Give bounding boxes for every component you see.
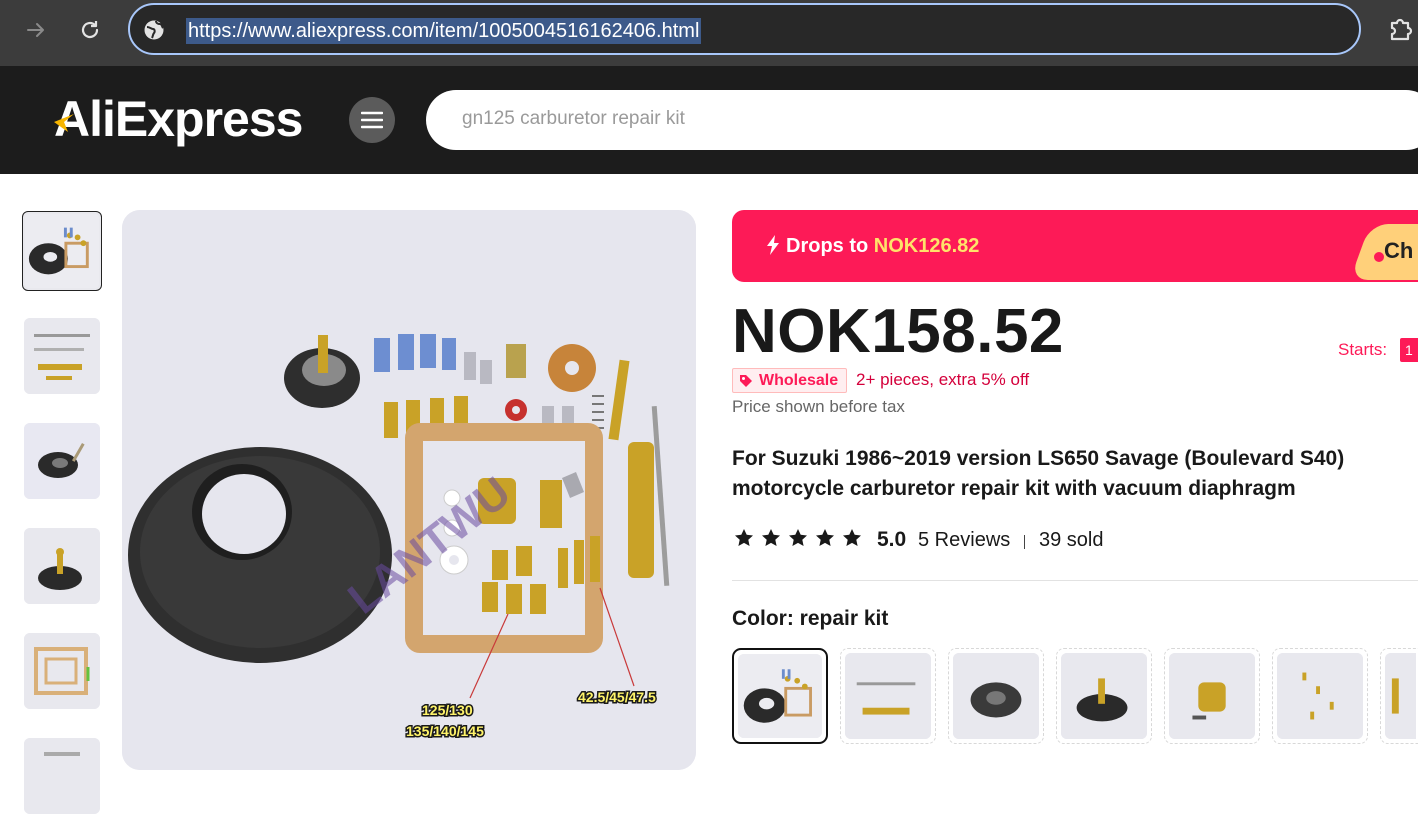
thumbnail[interactable]: [22, 211, 102, 291]
thumbnail[interactable]: [24, 738, 100, 814]
aliexpress-logo[interactable]: AliExpress: [54, 88, 303, 150]
product-thumbnail-image: [24, 318, 100, 394]
tag-icon: [740, 375, 752, 387]
sold-count: 39 sold: [1039, 529, 1104, 551]
site-header: AliExpress gn125 carburetor repair kit: [0, 66, 1418, 174]
star-icon: [843, 529, 861, 546]
swatch-image: [953, 653, 1039, 739]
lightning-icon: [767, 235, 779, 255]
star-icon: [735, 529, 753, 546]
search-placeholder: gn125 carburetor repair kit: [462, 108, 685, 129]
price-drop-text: Drops to NOK126.82: [786, 235, 980, 257]
color-option[interactable]: [1056, 648, 1152, 744]
color-option[interactable]: [1272, 648, 1368, 744]
rating-value: 5.0: [877, 528, 907, 551]
tag-hole-icon: [1374, 252, 1384, 262]
forward-button[interactable]: [20, 14, 52, 46]
jet-size-label: 125/130: [422, 702, 473, 718]
swatch-image: [1277, 653, 1363, 739]
color-label: Color: repair kit: [732, 607, 889, 630]
hamburger-icon: [361, 111, 383, 129]
product-thumbnail-image: [24, 528, 100, 604]
product-price: NOK158.52: [732, 297, 1064, 366]
thumbnail[interactable]: [24, 423, 100, 499]
reload-button[interactable]: [74, 14, 106, 46]
price-drop-banner[interactable]: Drops to NOK126.82 Ch: [732, 210, 1418, 282]
tax-note: Price shown before tax: [732, 397, 905, 416]
color-option[interactable]: [840, 648, 936, 744]
starts-label: Starts:: [1338, 340, 1388, 359]
star-icon: [816, 529, 834, 546]
thumbnail[interactable]: [24, 528, 100, 604]
wholesale-badge: Wholesale: [732, 368, 848, 393]
reload-icon: [81, 21, 99, 39]
thumbnail[interactable]: [24, 318, 100, 394]
arrow-right-icon: [27, 23, 44, 37]
swatch-image: [1169, 653, 1255, 739]
wholesale-info: 2+ pieces, extra 5% off: [856, 370, 1030, 389]
product-thumbnail-image: [24, 738, 100, 814]
swatch-image: [1061, 653, 1147, 739]
star-icon: [789, 529, 807, 546]
search-input[interactable]: gn125 carburetor repair kit: [426, 90, 1418, 150]
thumbnail[interactable]: [24, 633, 100, 709]
star-icon: [762, 529, 780, 546]
jet-size-label: 135/140/145: [406, 723, 484, 739]
color-option[interactable]: [732, 648, 828, 744]
globe-icon: [144, 20, 164, 40]
logo-star-icon: [54, 114, 74, 132]
carburetor-kit-photo: LANTWU 125/130 135/140/145 42.5/45/47.5: [122, 210, 696, 770]
divider: [1024, 535, 1025, 549]
product-title: For Suzuki 1986~2019 version LS650 Savag…: [732, 447, 1345, 500]
promo-tag-text: Ch: [1384, 238, 1414, 263]
extensions-button[interactable]: [1386, 14, 1416, 44]
product-thumbnail-image: [24, 633, 100, 709]
logo-text: AliExpress: [54, 91, 303, 147]
section-divider: [732, 580, 1418, 581]
reviews-link[interactable]: 5 Reviews: [918, 529, 1010, 552]
color-option[interactable]: [948, 648, 1044, 744]
swatch-image: [1385, 653, 1416, 739]
url-text[interactable]: https://www.aliexpress.com/item/10050045…: [186, 18, 702, 44]
product-thumbnail-image: [25, 214, 99, 288]
starts-value: 1: [1400, 338, 1418, 362]
swatch-image: [738, 654, 822, 738]
jet-size-label: 42.5/45/47.5: [578, 689, 656, 705]
address-bar[interactable]: https://www.aliexpress.com/item/10050045…: [128, 3, 1361, 55]
color-option[interactable]: [1380, 648, 1418, 744]
rating-stars[interactable]: [734, 528, 862, 548]
main-product-image[interactable]: LANTWU 125/130 135/140/145 42.5/45/47.5: [122, 210, 696, 770]
puzzle-icon: [1390, 18, 1413, 41]
menu-button[interactable]: [349, 97, 395, 143]
color-option[interactable]: [1164, 648, 1260, 744]
browser-toolbar: https://www.aliexpress.com/item/10050045…: [0, 0, 1418, 66]
swatch-image: [845, 653, 931, 739]
product-thumbnail-image: [24, 423, 100, 499]
